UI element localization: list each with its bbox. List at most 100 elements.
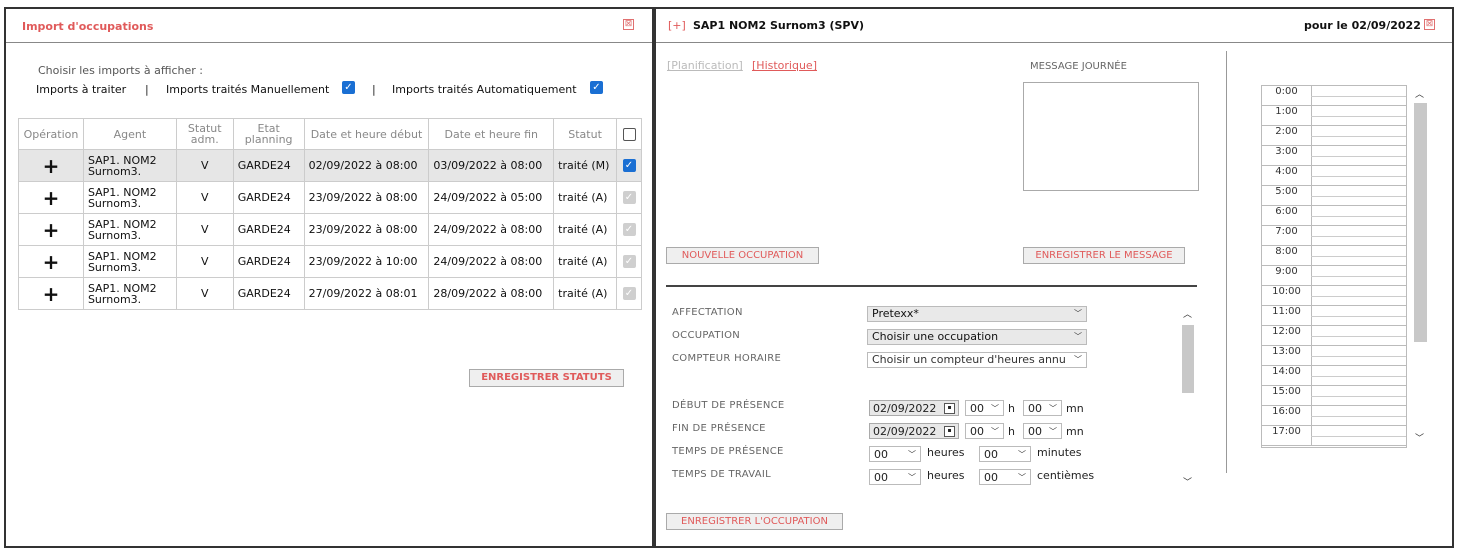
hour-row[interactable]: 0:00 (1262, 86, 1406, 106)
hour-row[interactable]: 14:00 (1262, 366, 1406, 386)
chevron-up-icon[interactable]: ︿ (1415, 87, 1424, 100)
hour-row[interactable]: 15:00 (1262, 386, 1406, 406)
add-icon[interactable]: + (18, 149, 84, 182)
date-debut-cell: 23/09/2022 à 08:00 (303, 213, 430, 246)
chevron-down-icon: ﹀ (908, 473, 916, 482)
add-icon[interactable]: + (18, 245, 84, 278)
message-textarea[interactable] (1023, 82, 1199, 191)
hour-row[interactable]: 11:00 (1262, 306, 1406, 326)
row-checkbox[interactable]: ✓ (622, 287, 636, 301)
statut-adm-cell: V (175, 149, 234, 182)
tp-hours-select[interactable]: 00 ﹀ (869, 446, 921, 462)
hours-scrollbar[interactable]: ︿ ﹀ (1412, 85, 1428, 447)
table-row[interactable]: + SAP1. NOM2 Surnom3. V GARDE24 02/09/2022 à … (18, 149, 642, 182)
add-icon[interactable]: + (18, 277, 84, 310)
add-icon[interactable]: + (18, 181, 84, 214)
new-occupation-button[interactable]: NOUVELLE OCCUPATION (666, 247, 819, 264)
row-checkbox[interactable]: ✓ (622, 255, 636, 269)
expand-toggle[interactable]: [+] (668, 19, 686, 32)
form-scrollbar[interactable]: ︿ ﹀ (1180, 305, 1196, 492)
etat-cell: GARDE24 (232, 277, 305, 310)
col-select-all (616, 118, 642, 150)
hour-label: 12:00 (1262, 326, 1312, 346)
link-planification[interactable]: [Planification] (667, 59, 743, 72)
close-icon[interactable]: ⊠ (1424, 19, 1435, 30)
table-row[interactable]: + SAP1. NOM2 Surnom3. V GARDE24 27/09/2022 à … (18, 277, 642, 310)
affectation-select[interactable]: Pretexx* ﹀ (867, 306, 1087, 322)
table-row[interactable]: + SAP1. NOM2 Surnom3. V GARDE24 23/09/2022 à … (18, 213, 642, 246)
hour-label: 16:00 (1262, 406, 1312, 426)
occupation-select[interactable]: Choisir une occupation ﹀ (867, 329, 1087, 345)
table-row[interactable]: + SAP1. NOM2 Surnom3. V GARDE24 23/09/2022 à … (18, 245, 642, 278)
hour-row[interactable]: 10:00 (1262, 286, 1406, 306)
hour-label: 13:00 (1262, 346, 1312, 366)
hour-row[interactable]: 5:00 (1262, 186, 1406, 206)
tt-centiemes-select[interactable]: 00 ﹀ (979, 469, 1031, 485)
calendar-icon[interactable]: ▪ (944, 426, 955, 437)
filter-manual-checkbox[interactable]: ✓ (342, 81, 355, 94)
chevron-down-icon[interactable]: ﹀ (1415, 431, 1424, 444)
hour-row[interactable]: 8:00 (1262, 246, 1406, 266)
link-historique[interactable]: [Historique] (752, 59, 817, 72)
hour-row[interactable]: 4:00 (1262, 166, 1406, 186)
chevron-down-icon[interactable]: ﹀ (1183, 475, 1192, 488)
filter-manual-label: Imports traités Manuellement (166, 83, 329, 96)
col-etat-line2: planning (244, 133, 293, 146)
calendar-icon[interactable]: ▪ (944, 403, 955, 414)
row-checkbox[interactable]: ✓ (622, 191, 636, 205)
tp-minutes-select[interactable]: 00 ﹀ (979, 446, 1031, 462)
hour-row[interactable]: 7:00 (1262, 226, 1406, 246)
scrollbar-thumb[interactable] (1414, 103, 1427, 342)
hour-label: 9:00 (1262, 266, 1312, 286)
column-divider (1226, 51, 1227, 473)
hour-row[interactable]: 16:00 (1262, 406, 1406, 426)
chevron-up-icon[interactable]: ︿ (1183, 307, 1192, 320)
hour-label: 11:00 (1262, 306, 1312, 326)
table-row[interactable]: + SAP1. NOM2 Surnom3. V GARDE24 23/09/2022 à … (18, 181, 642, 214)
filter-to-process[interactable]: Imports à traiter (36, 83, 126, 96)
half-hour-line (1311, 216, 1406, 217)
fin-minute-value: 00 (1028, 425, 1042, 438)
debut-minute-select[interactable]: 00 ﹀ (1023, 400, 1062, 416)
fin-date-input[interactable]: 02/09/2022 ▪ (869, 423, 959, 439)
statut-adm-cell: V (175, 213, 234, 246)
chevron-down-icon: ﹀ (1018, 450, 1026, 459)
agent-surname: Surnom3. (87, 228, 142, 242)
debut-hour-select[interactable]: 00 ﹀ (965, 400, 1004, 416)
save-status-button[interactable]: ENREGISTRER STATUTS (469, 369, 624, 387)
hour-row[interactable]: 3:00 (1262, 146, 1406, 166)
tt-centiemes-unit: centièmes (1037, 469, 1095, 482)
add-icon[interactable]: + (18, 213, 84, 246)
hour-row[interactable]: 1:00 (1262, 106, 1406, 126)
row-checkbox[interactable]: ✓ (622, 223, 636, 237)
half-hour-line (1311, 136, 1406, 137)
hour-row[interactable]: 2:00 (1262, 126, 1406, 146)
agent-name: SAP1. NOM2 (87, 249, 157, 263)
select-all-checkbox[interactable] (622, 127, 636, 141)
etat-cell: GARDE24 (232, 213, 305, 246)
fin-minute-select[interactable]: 00 ﹀ (1023, 423, 1062, 439)
col-agent: Agent (82, 118, 177, 150)
hour-row[interactable]: 6:00 (1262, 206, 1406, 226)
row-checkbox[interactable]: ✓ (622, 159, 636, 173)
hour-row[interactable]: 13:00 (1262, 346, 1406, 366)
hour-row[interactable]: 12:00 (1262, 326, 1406, 346)
save-occupation-button[interactable]: ENREGISTRER L'OCCUPATION (666, 513, 843, 530)
save-message-button[interactable]: ENREGISTRER LE MESSAGE (1023, 247, 1185, 264)
agent-surname: Surnom3. (87, 196, 142, 210)
hour-row[interactable]: 9:00 (1262, 266, 1406, 286)
compteur-select[interactable]: Choisir un compteur d'heures annu ﹀ (867, 352, 1087, 368)
date-debut-cell: 23/09/2022 à 10:00 (303, 245, 430, 278)
hour-label: 17:00 (1262, 426, 1312, 446)
hour-row[interactable]: 17:00 (1262, 426, 1406, 446)
import-panel-title: Import d'occupations (22, 20, 154, 33)
fin-hour-select[interactable]: 00 ﹀ (965, 423, 1004, 439)
occupation-label: OCCUPATION (672, 330, 741, 341)
tt-hours-select[interactable]: 00 ﹀ (869, 469, 921, 485)
filter-auto-checkbox[interactable]: ✓ (590, 81, 603, 94)
hour-label: 7:00 (1262, 226, 1312, 246)
close-icon[interactable]: ⊠ (623, 19, 634, 30)
scrollbar-thumb[interactable] (1182, 325, 1194, 393)
agent-title: SAP1 NOM2 Surnom3 (SPV) (693, 19, 865, 32)
debut-date-input[interactable]: 02/09/2022 ▪ (869, 400, 959, 416)
